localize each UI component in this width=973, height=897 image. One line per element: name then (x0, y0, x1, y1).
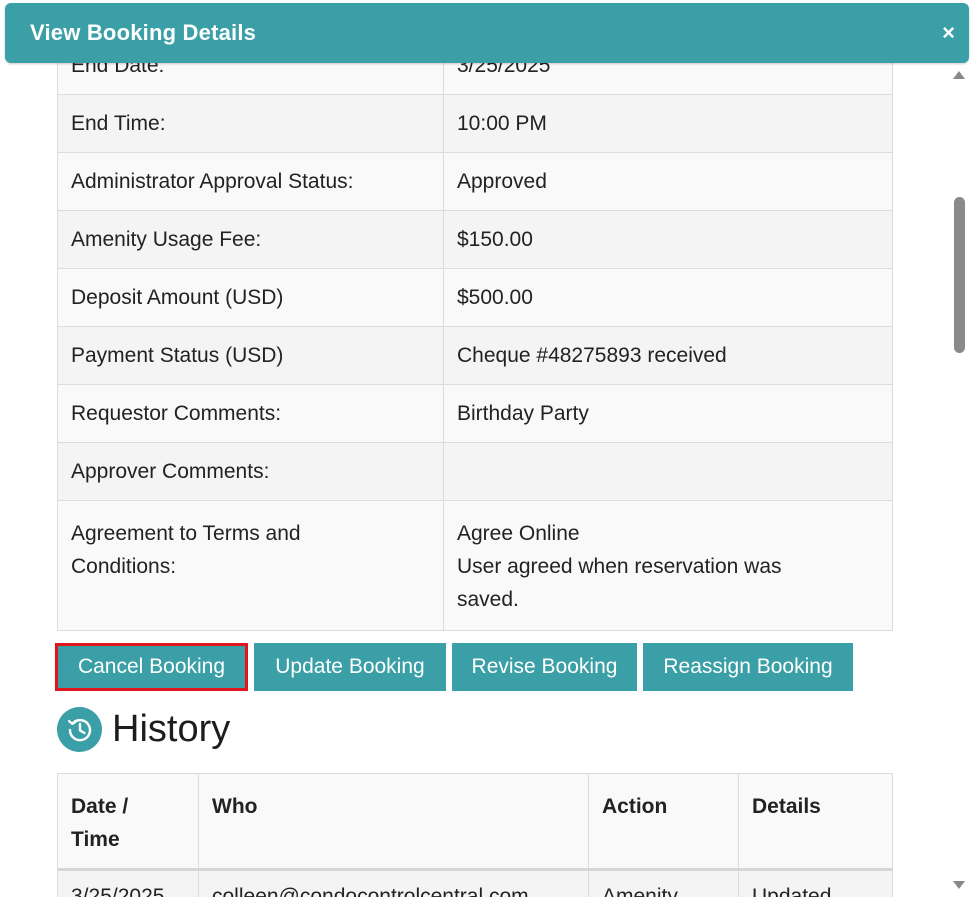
detail-label: Amenity Usage Fee: (57, 210, 444, 269)
history-who: colleen@condocontrolcentral.com (198, 869, 589, 897)
history-action: Amenity (588, 869, 739, 897)
booking-details-modal: End Date: 3/25/2025 End Time: 10:00 PM A… (0, 0, 973, 897)
history-details: Updated (738, 869, 893, 897)
table-row: Payment Status (USD) Cheque #48275893 re… (57, 326, 893, 385)
table-row: 3/25/2025 colleen@condocontrolcentral.co… (57, 869, 893, 897)
detail-label: Approver Comments: (57, 442, 444, 501)
modal-header: View Booking Details × (5, 3, 969, 63)
detail-value: Birthday Party (443, 384, 893, 443)
table-row: Administrator Approval Status: Approved (57, 152, 893, 211)
column-header-action[interactable]: Action (588, 773, 739, 871)
header-line: Date / (71, 795, 129, 818)
detail-label: End Time: (57, 94, 444, 153)
detail-value (443, 442, 893, 501)
detail-value: $150.00 (443, 210, 893, 269)
revise-booking-button[interactable]: Revise Booking (452, 643, 637, 691)
agreement-value-line: User agreed when reservation was (457, 555, 782, 578)
agreement-label-line: Agreement to Terms and (71, 522, 301, 545)
scroll-thumb[interactable] (954, 197, 965, 353)
header-line: Time (71, 828, 120, 851)
history-title: History (112, 708, 231, 750)
update-booking-button[interactable]: Update Booking (254, 643, 446, 691)
column-header-details[interactable]: Details (738, 773, 893, 871)
booking-actions: Cancel Booking Update Booking Revise Boo… (55, 643, 853, 691)
scroll-up-arrow-icon[interactable] (953, 71, 965, 79)
agreement-value-line: Agree Online (457, 522, 580, 545)
detail-label: Administrator Approval Status: (57, 152, 444, 211)
booking-details-table: End Date: 3/25/2025 End Time: 10:00 PM A… (57, 36, 893, 631)
detail-value: $500.00 (443, 268, 893, 327)
reassign-booking-button[interactable]: Reassign Booking (643, 643, 853, 691)
detail-value: 10:00 PM (443, 94, 893, 153)
detail-label: Deposit Amount (USD) (57, 268, 444, 327)
column-header-date-time[interactable]: Date / Time (57, 773, 199, 871)
detail-value: Approved (443, 152, 893, 211)
agreement-value: Agree Online User agreed when reservatio… (443, 500, 893, 631)
history-date: 3/25/2025 (57, 869, 199, 897)
history-heading: History (57, 707, 230, 752)
detail-label: Payment Status (USD) (57, 326, 444, 385)
history-table: Date / Time Who Action Details 3/25/2025… (57, 773, 893, 897)
table-row: Amenity Usage Fee: $150.00 (57, 210, 893, 269)
table-row: End Time: 10:00 PM (57, 94, 893, 153)
modal-title: View Booking Details (30, 20, 257, 45)
history-header-row: Date / Time Who Action Details (57, 773, 893, 871)
close-icon[interactable]: × (942, 22, 955, 44)
modal-body: End Date: 3/25/2025 End Time: 10:00 PM A… (0, 0, 945, 897)
table-row: Requestor Comments: Birthday Party (57, 384, 893, 443)
agreement-label: Agreement to Terms and Conditions: (57, 500, 444, 631)
scroll-down-arrow-icon[interactable] (953, 881, 965, 889)
agreement-label-line: Conditions: (71, 555, 177, 578)
vertical-scrollbar[interactable] (945, 63, 973, 897)
table-row: Deposit Amount (USD) $500.00 (57, 268, 893, 327)
table-row-agreement: Agreement to Terms and Conditions: Agree… (57, 500, 893, 631)
cancel-booking-button[interactable]: Cancel Booking (55, 643, 248, 691)
agreement-value-line: saved. (457, 588, 519, 611)
detail-value: Cheque #48275893 received (443, 326, 893, 385)
column-header-who[interactable]: Who (198, 773, 589, 871)
table-row: Approver Comments: (57, 442, 893, 501)
detail-label: Requestor Comments: (57, 384, 444, 443)
history-clock-icon (57, 707, 102, 752)
